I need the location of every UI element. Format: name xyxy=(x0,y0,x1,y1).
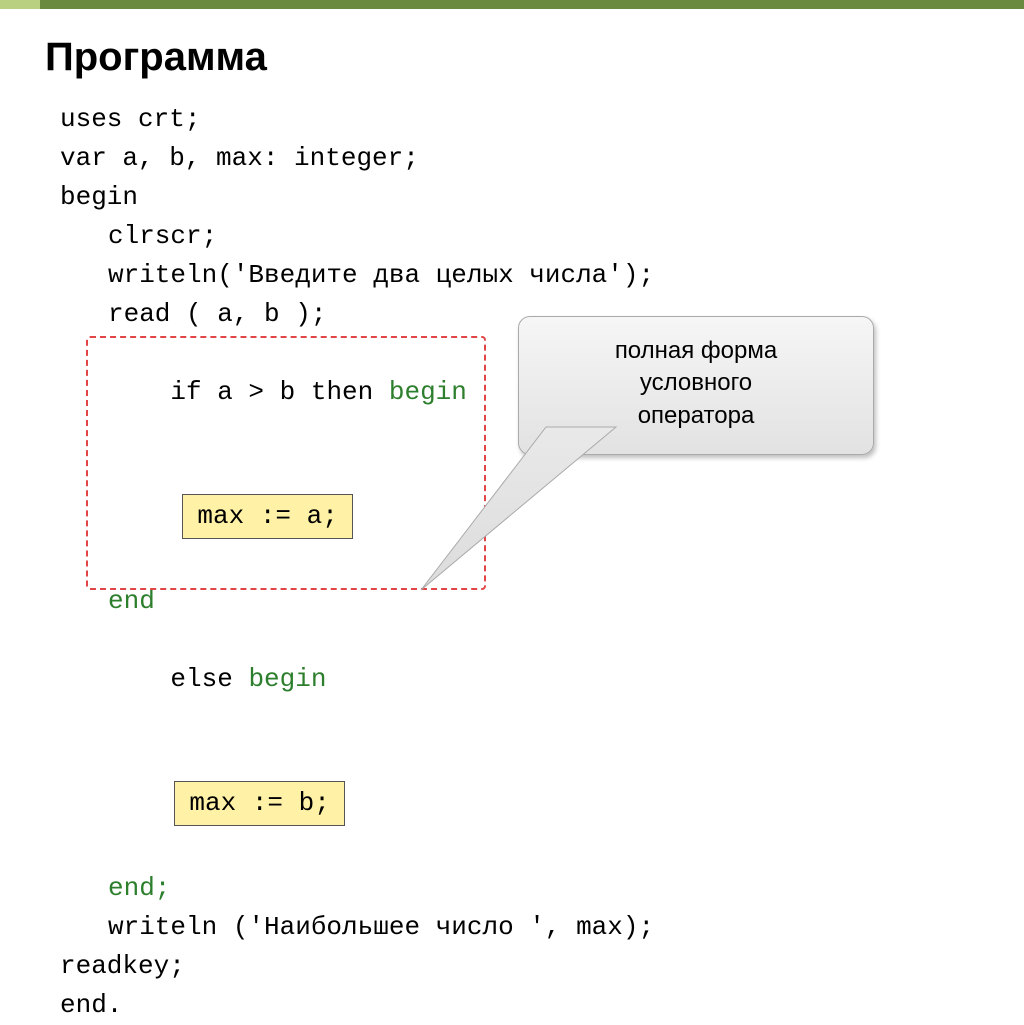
callout-line: оператора xyxy=(535,400,857,432)
highlight-row: max := a; xyxy=(60,455,980,578)
callout-line: полная форма xyxy=(535,335,857,367)
code-line: writeln('Введите два целых числа'); xyxy=(60,256,980,295)
code-line: uses crt; xyxy=(60,100,980,139)
header-band xyxy=(0,0,1024,9)
else-text: else xyxy=(170,664,248,694)
code-line: end xyxy=(60,582,980,621)
band-accent xyxy=(0,0,40,9)
code-line: end. xyxy=(60,986,980,1025)
if-text: if a > b then xyxy=(170,377,388,407)
page-title: Программа xyxy=(0,9,1024,80)
code-line: readkey; xyxy=(60,947,980,986)
code-block: uses crt; var a, b, max: integer; begin … xyxy=(60,100,980,1025)
callout-bubble: полная форма условного оператора xyxy=(518,316,874,455)
band-main xyxy=(40,0,1024,9)
begin-keyword: begin xyxy=(248,664,326,694)
begin-keyword: begin xyxy=(389,377,467,407)
code-line: var a, b, max: integer; xyxy=(60,139,980,178)
callout-line: условного xyxy=(535,367,857,399)
code-line: end; xyxy=(60,869,980,908)
code-line: writeln ('Наибольшее число ', max); xyxy=(60,908,980,947)
code-line: begin xyxy=(60,178,980,217)
highlight-box-a: max := a; xyxy=(182,494,352,539)
highlight-row: max := b; xyxy=(60,742,980,865)
code-line: clrscr; xyxy=(60,217,980,256)
code-line-else: else begin xyxy=(60,621,980,738)
highlight-box-b: max := b; xyxy=(174,781,344,826)
